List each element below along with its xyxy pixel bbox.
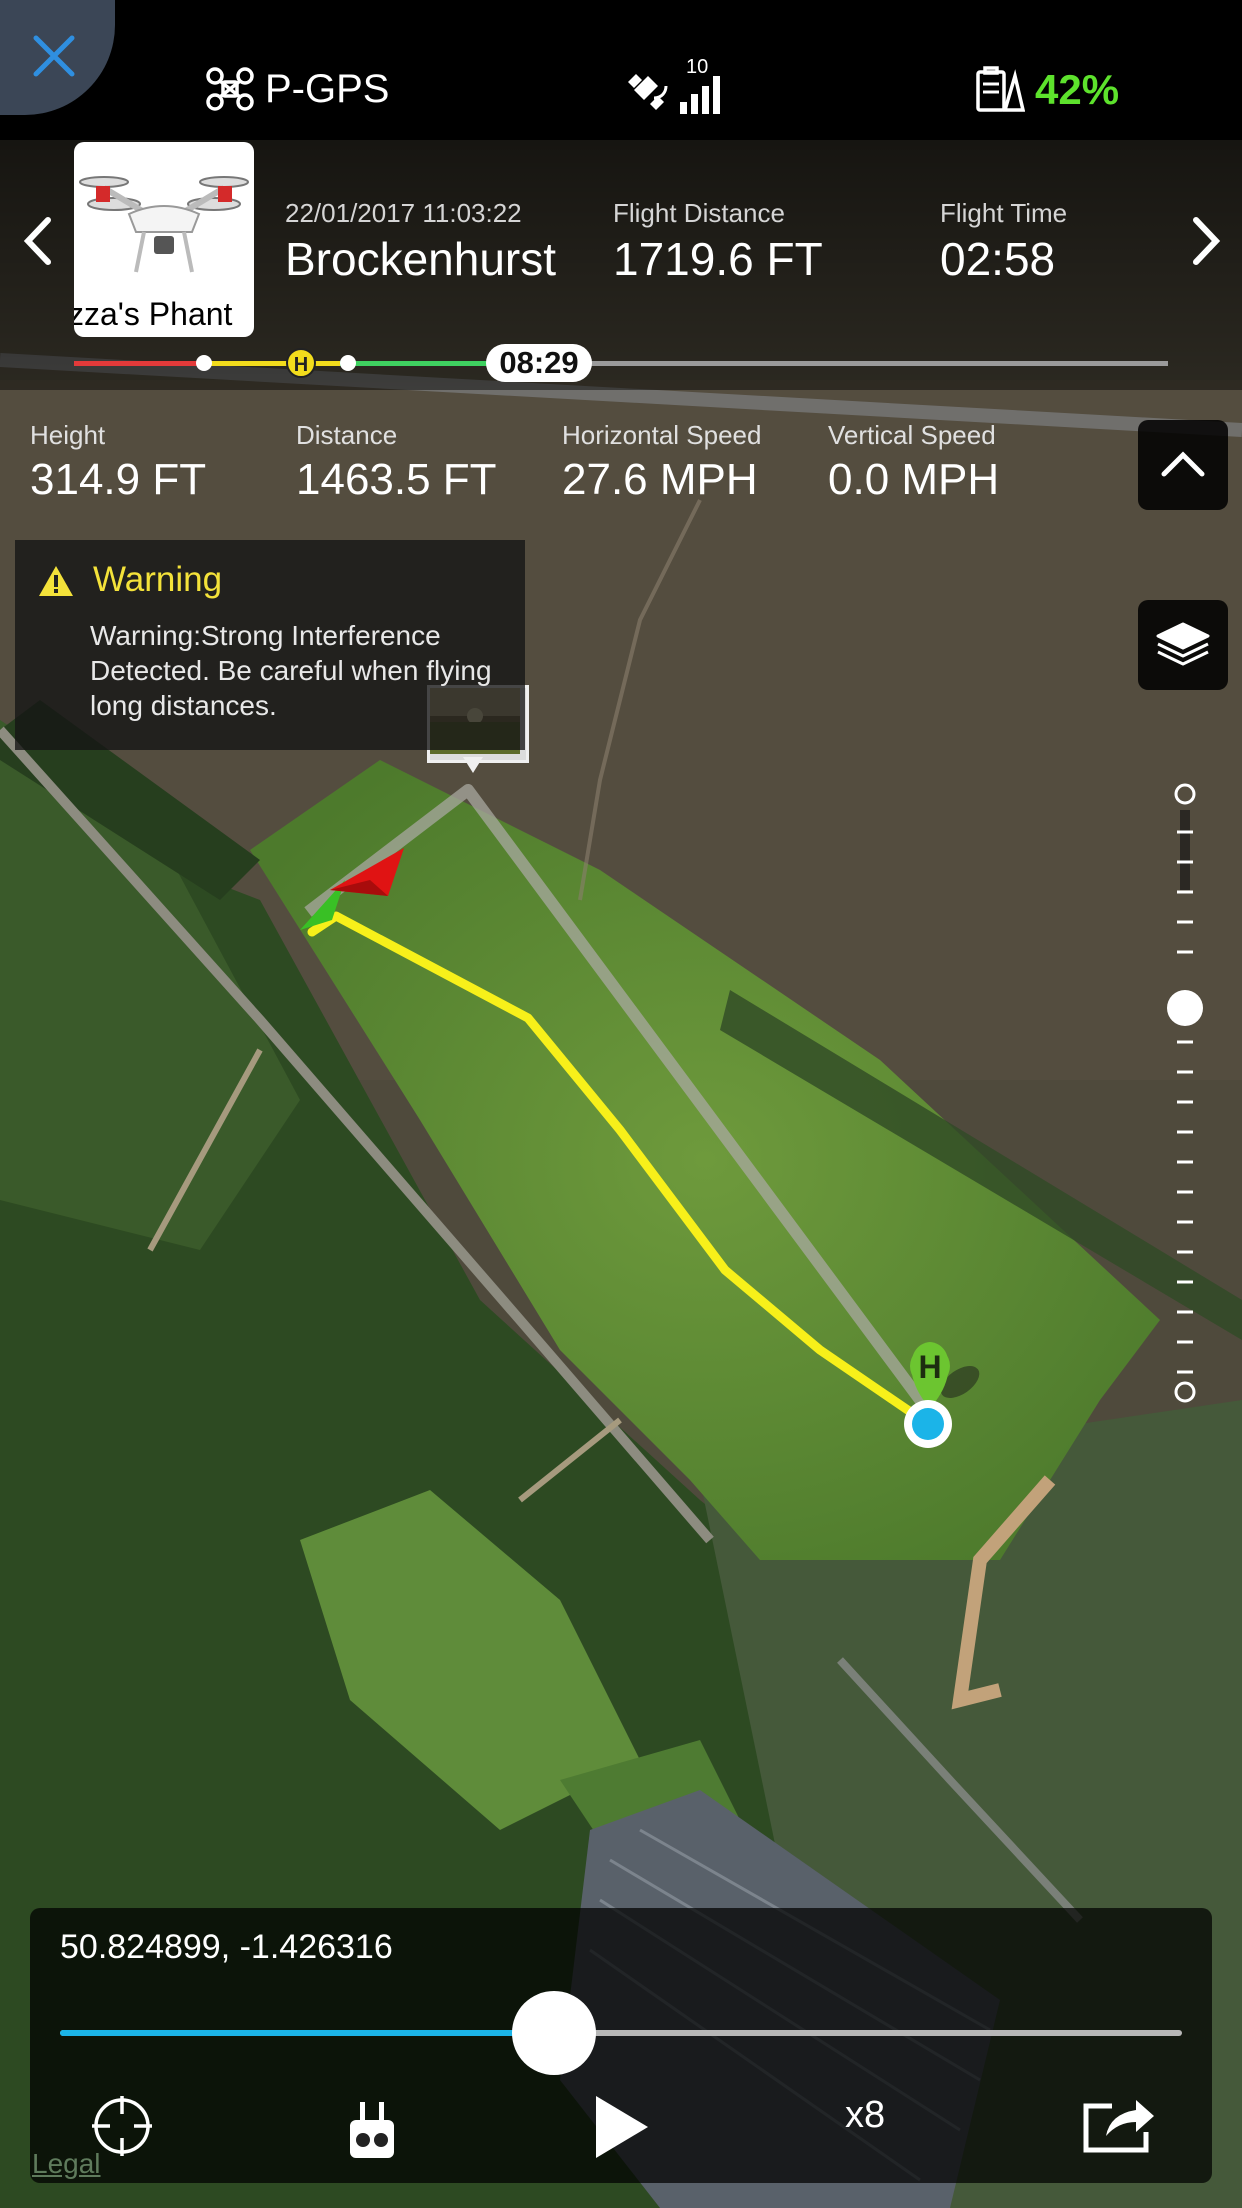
layers-icon [1156,622,1210,666]
home-point-label: H [918,1349,941,1385]
play-icon[interactable] [588,2092,654,2162]
gps-signal: 10 [628,56,728,121]
zoom-slider[interactable] [1167,780,1203,1410]
aircraft-heading-icon [330,848,404,896]
flight-time-value: 02:58 [940,233,1056,285]
distance-label: Distance [296,420,398,450]
battery-percent: 42% [1035,66,1120,113]
map-layers-button[interactable] [1138,600,1228,690]
legal-link[interactable]: Legal [32,2148,101,2180]
chevron-right-icon[interactable] [1188,216,1224,266]
controller-icon[interactable] [348,2100,396,2160]
height-label: Height [30,420,106,450]
battery-status: 42% [975,66,1119,114]
distance-value: 1463.5 FT [296,455,497,504]
close-icon [33,35,75,77]
warning-panel: Warning Warning:Strong Interference Dete… [15,540,525,750]
playback-panel: 50.824899, -1.426316 x8 [30,1908,1212,2183]
vertical-speed-value: 0.0 MPH [828,455,1000,504]
flight-mode-label: P-GPS [265,66,390,111]
playback-speed[interactable]: x8 [845,2094,885,2137]
timeline-current-time[interactable]: 08:29 [486,344,592,382]
horizontal-speed-label: Horizontal Speed [562,420,762,450]
chevron-up-icon [1161,451,1205,477]
drone-icon [206,67,254,111]
playback-slider[interactable] [60,1991,1182,2075]
flight-location: Brockenhurst [285,233,557,285]
playback-thumb[interactable] [511,1991,596,2075]
flight-distance-value: 1719.6 FT [613,233,823,285]
horizontal-speed-value: 27.6 MPH [562,455,758,504]
flight-datetime: 22/01/2017 11:03:22 [285,198,522,228]
battery-icon [976,66,1025,112]
photo-marker-pointer [463,757,483,773]
flight-mode: P-GPS [205,66,389,112]
timeline-event-marker[interactable] [340,355,356,371]
timeline-segment-red [74,361,204,366]
gps-coordinates: 50.824899, -1.426316 [60,1928,393,1966]
warning-message: Warning:Strong Interference Detected. Be… [90,620,492,721]
height-value: 314.9 FT [30,455,207,504]
zoom-slider-thumb[interactable] [1167,990,1203,1026]
home-point-marker[interactable]: H [900,1338,1000,1456]
satellite-count: 10 [686,56,709,78]
timeline-home-marker[interactable]: H [286,348,316,378]
warning-title: Warning [93,560,223,599]
timeline-segment-yellow [204,361,340,366]
flight-time-label: Flight Time [940,198,1068,228]
chevron-left-icon[interactable] [20,216,56,266]
aircraft-name: zza's Phant [74,296,233,332]
flight-distance-label: Flight Distance [613,198,785,228]
timeline-event-marker[interactable] [196,355,212,371]
vertical-speed-label: Vertical Speed [828,420,996,450]
playback-progress [60,2030,554,2036]
satellite-icon [628,74,720,114]
aircraft-image [79,176,249,273]
zoom-scale [1174,783,1196,1403]
aircraft-thumbnail[interactable]: zza's Phant [74,142,254,337]
collapse-button[interactable] [1138,420,1228,510]
share-icon[interactable] [1080,2092,1158,2154]
flight-timeline[interactable]: H 08:29 [74,344,1168,382]
warning-icon [39,566,73,596]
